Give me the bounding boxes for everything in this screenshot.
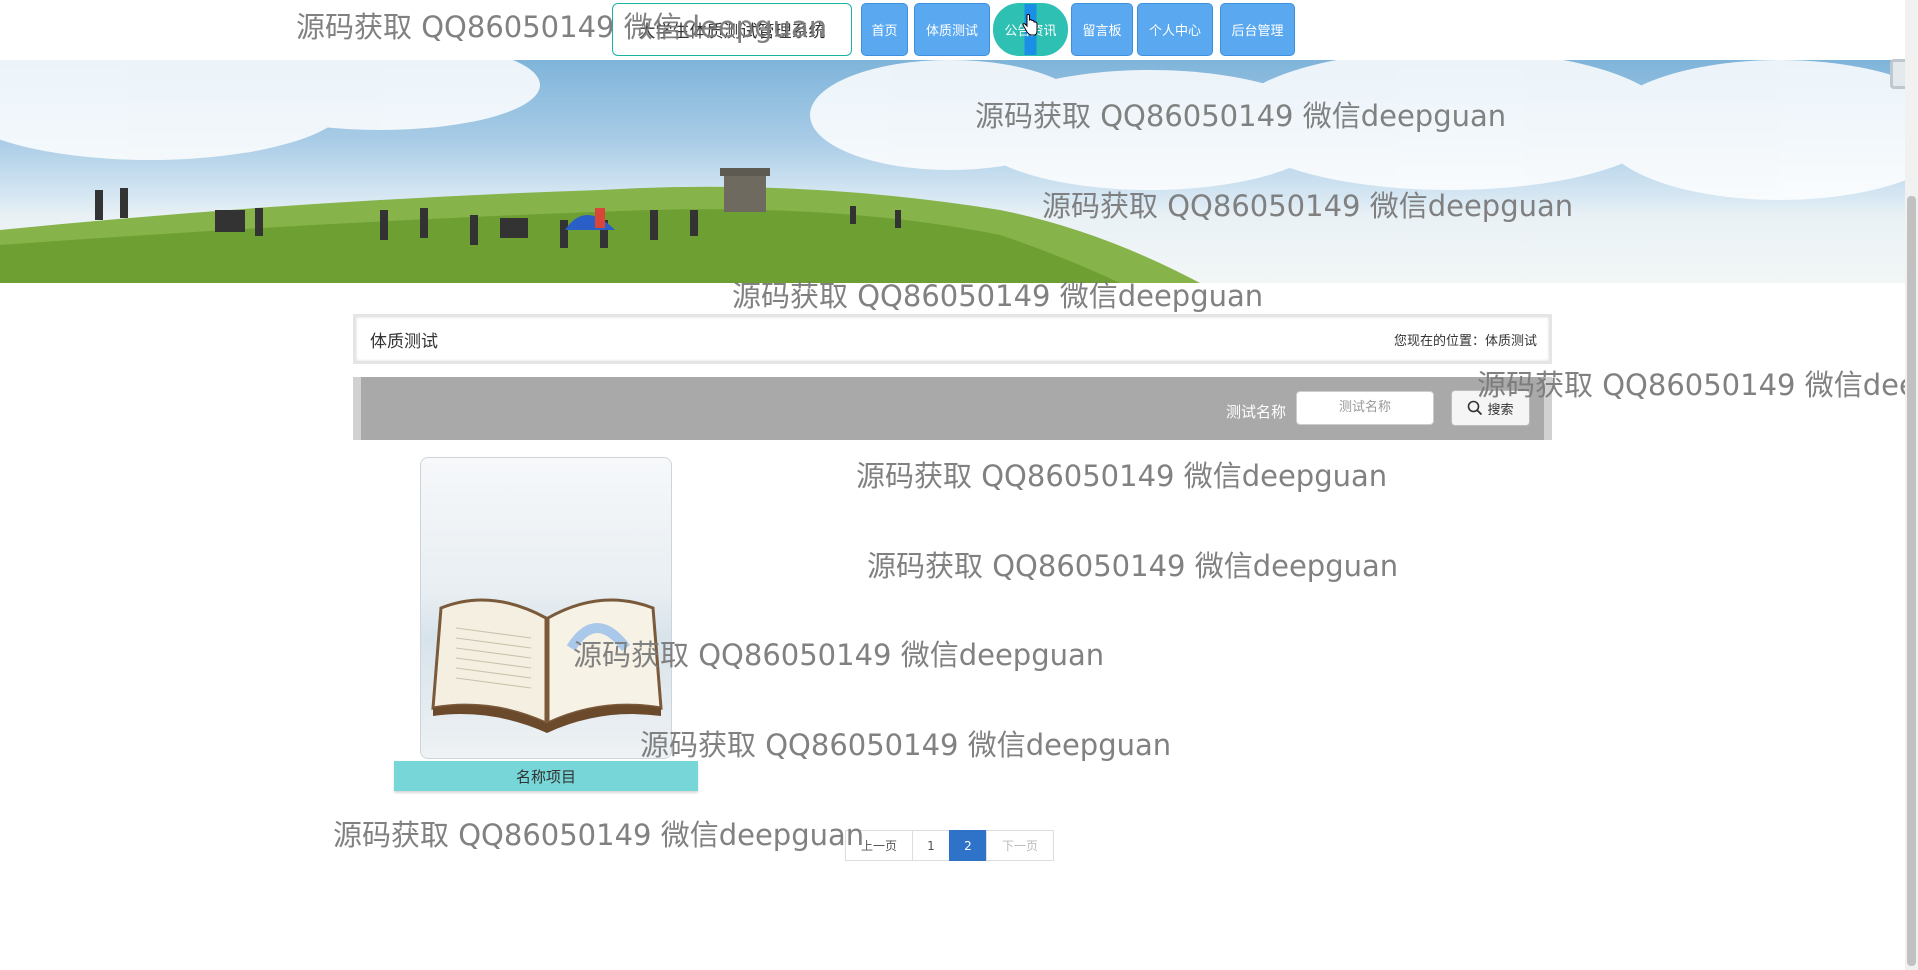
scrollbar-thumb[interactable] (1907, 196, 1916, 966)
item-caption[interactable]: 名称项目 (394, 761, 698, 791)
nav-personal-center[interactable]: 个人中心 (1137, 3, 1213, 56)
page-2-button[interactable]: 2 (949, 830, 987, 861)
search-bar: 测试名称 测试名称 搜索 (353, 377, 1552, 440)
top-navbar: 大学生体质测试管理系统 首页 体质测试 公告资讯 留言板 个人中心 后台管理 (0, 0, 1905, 60)
hand-cursor-icon (1022, 14, 1038, 36)
site-brand[interactable]: 大学生体质测试管理系统 (612, 3, 852, 56)
nav-message-board[interactable]: 留言板 (1071, 3, 1133, 56)
search-input[interactable]: 测试名称 (1296, 391, 1434, 425)
landscape-illustration (0, 60, 1905, 283)
prev-page-button[interactable]: 上一页 (845, 830, 913, 861)
search-icon (1468, 400, 1483, 416)
page-1-button[interactable]: 1 (912, 830, 950, 861)
next-page-button[interactable]: 下一页 (986, 830, 1054, 861)
watermark-text: 源码获取 QQ86050149 微信deepguan (867, 549, 1399, 583)
page-title: 体质测试 (370, 331, 438, 352)
watermark-text: 源码获取 QQ86050149 微信deepguan (640, 728, 1172, 762)
hero-banner (0, 60, 1905, 283)
search-label: 测试名称 (1225, 403, 1286, 421)
nav-fitness-test[interactable]: 体质测试 (914, 3, 990, 56)
section-header: 体质测试 您现在的位置：体质测试 (353, 314, 1552, 364)
watermark-text: 源码获取 QQ86050149 微信deepguan (333, 818, 865, 852)
nav-admin[interactable]: 后台管理 (1220, 3, 1295, 56)
item-image[interactable] (420, 457, 672, 759)
open-book-image (431, 598, 663, 733)
breadcrumb: 您现在的位置：体质测试 (1393, 333, 1537, 349)
search-button-label: 搜索 (1487, 402, 1514, 418)
watermark-text: 源码获取 QQ86050149 微信deepguan (856, 459, 1388, 493)
vertical-scrollbar[interactable] (1905, 0, 1918, 970)
pagination: 上一页 1 2 下一页 (845, 830, 1054, 861)
search-button[interactable]: 搜索 (1451, 390, 1530, 426)
nav-home[interactable]: 首页 (861, 3, 908, 56)
